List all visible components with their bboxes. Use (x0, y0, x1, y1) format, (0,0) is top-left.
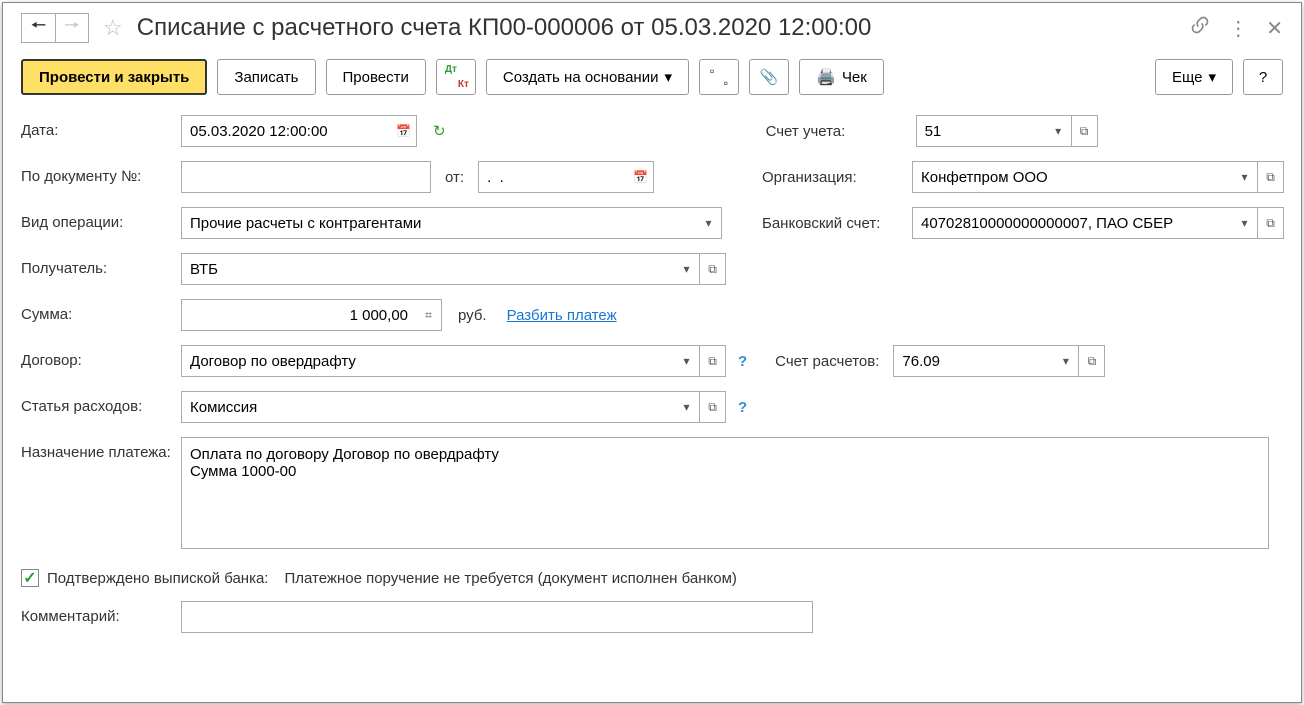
dropdown-icon[interactable]: ▾ (696, 207, 722, 239)
amount-label: Сумма: (21, 299, 181, 323)
open-icon[interactable]: ⧉ (1258, 161, 1284, 193)
calendar-icon[interactable]: 📅 (391, 115, 417, 147)
dtkt-icon (447, 68, 465, 86)
dropdown-icon[interactable]: ▾ (674, 253, 700, 285)
paperclip-icon: 📎 (760, 68, 779, 86)
post-and-close-button[interactable]: Провести и закрыть (21, 59, 207, 95)
account-label: Счет учета: (766, 123, 906, 140)
account-input[interactable] (916, 115, 1046, 147)
titlebar: 🠔 🠖 ☆ Списание с расчетного счета КП00-0… (21, 13, 1283, 43)
receipt-button[interactable]: 🖨️ Чек (799, 59, 884, 95)
recipient-label: Получатель: (21, 253, 181, 277)
date-label: Дата: (21, 115, 181, 139)
link-icon[interactable] (1190, 15, 1210, 41)
nav-forward-button[interactable]: 🠖 (55, 13, 89, 43)
open-icon[interactable]: ⧉ (700, 391, 726, 423)
help-button[interactable]: ? (1243, 59, 1283, 95)
settlement-account-input[interactable] (893, 345, 1053, 377)
open-icon[interactable]: ⧉ (1258, 207, 1284, 239)
payment-purpose-label: Назначение платежа: (21, 437, 181, 461)
dropdown-icon[interactable]: ▾ (1232, 207, 1258, 239)
create-based-on-label: Создать на основании (503, 69, 659, 86)
comment-label: Комментарий: (21, 601, 181, 625)
structure-button[interactable] (699, 59, 739, 95)
open-icon[interactable]: ⧉ (700, 345, 726, 377)
bank-confirmed-label: Подтверждено выпиской банка: (47, 570, 268, 587)
favorite-star-icon[interactable]: ☆ (103, 15, 123, 41)
doc-number-label: По документу №: (21, 161, 181, 185)
chevron-down-icon: ▾ (664, 68, 672, 86)
operation-type-label: Вид операции: (21, 207, 181, 231)
receipt-label: Чек (842, 69, 867, 86)
document-window: 🠔 🠖 ☆ Списание с расчетного счета КП00-0… (2, 2, 1302, 703)
bank-account-label: Банковский счет: (762, 215, 902, 232)
contract-input[interactable] (181, 345, 674, 377)
operation-type-input[interactable] (181, 207, 696, 239)
from-label: от: (445, 169, 464, 186)
amount-input[interactable] (181, 299, 416, 331)
kebab-menu-icon[interactable]: ⋮ (1228, 16, 1248, 41)
help-icon[interactable]: ? (738, 399, 747, 416)
doc-date-input[interactable] (478, 161, 628, 193)
date-input[interactable] (181, 115, 391, 147)
recipient-input[interactable] (181, 253, 674, 285)
chevron-down-icon: ▾ (1208, 68, 1216, 86)
expense-item-label: Статья расходов: (21, 391, 181, 415)
open-icon[interactable]: ⧉ (700, 253, 726, 285)
currency-label: руб. (458, 307, 487, 324)
post-button[interactable]: Провести (326, 59, 426, 95)
doc-number-input[interactable] (181, 161, 431, 193)
more-label: Еще (1172, 69, 1203, 86)
page-title: Списание с расчетного счета КП00-000006 … (137, 14, 1183, 42)
printer-icon: 🖨️ (816, 67, 836, 87)
dropdown-icon[interactable]: ▾ (1046, 115, 1072, 147)
toolbar: Провести и закрыть Записать Провести Соз… (21, 59, 1283, 95)
form: Дата: 📅 ↻ Счет учета: ▾ ⧉ (21, 115, 1283, 633)
close-icon[interactable]: ✕ (1266, 16, 1283, 41)
dtkt-button[interactable] (436, 59, 476, 95)
expense-item-input[interactable] (181, 391, 674, 423)
calculator-icon[interactable]: ⌗ (416, 299, 442, 331)
dropdown-icon[interactable]: ▾ (674, 345, 700, 377)
help-icon[interactable]: ? (738, 353, 747, 370)
create-based-on-button[interactable]: Создать на основании ▾ (486, 59, 689, 95)
nav-back-button[interactable]: 🠔 (21, 13, 55, 43)
contract-label: Договор: (21, 345, 181, 369)
more-button[interactable]: Еще ▾ (1155, 59, 1233, 95)
payment-purpose-textarea[interactable] (181, 437, 1269, 549)
open-icon[interactable]: ⧉ (1079, 345, 1105, 377)
hierarchy-icon (710, 68, 728, 86)
save-button[interactable]: Записать (217, 59, 315, 95)
dropdown-icon[interactable]: ▾ (1053, 345, 1079, 377)
split-payment-link[interactable]: Разбить платеж (507, 307, 617, 324)
comment-input[interactable] (181, 601, 813, 633)
organization-label: Организация: (762, 169, 902, 186)
bank-confirmed-checkbox[interactable]: ✓ (21, 569, 39, 587)
status-refresh-icon[interactable]: ↻ (433, 122, 446, 140)
bank-confirmed-note: Платежное поручение не требуется (докуме… (284, 570, 736, 587)
settlement-account-label: Счет расчетов: (775, 353, 879, 370)
organization-input[interactable] (912, 161, 1232, 193)
bank-account-input[interactable] (912, 207, 1232, 239)
dropdown-icon[interactable]: ▾ (1232, 161, 1258, 193)
calendar-icon[interactable]: 📅 (628, 161, 654, 193)
open-icon[interactable]: ⧉ (1072, 115, 1098, 147)
dropdown-icon[interactable]: ▾ (674, 391, 700, 423)
attachment-button[interactable]: 📎 (749, 59, 789, 95)
